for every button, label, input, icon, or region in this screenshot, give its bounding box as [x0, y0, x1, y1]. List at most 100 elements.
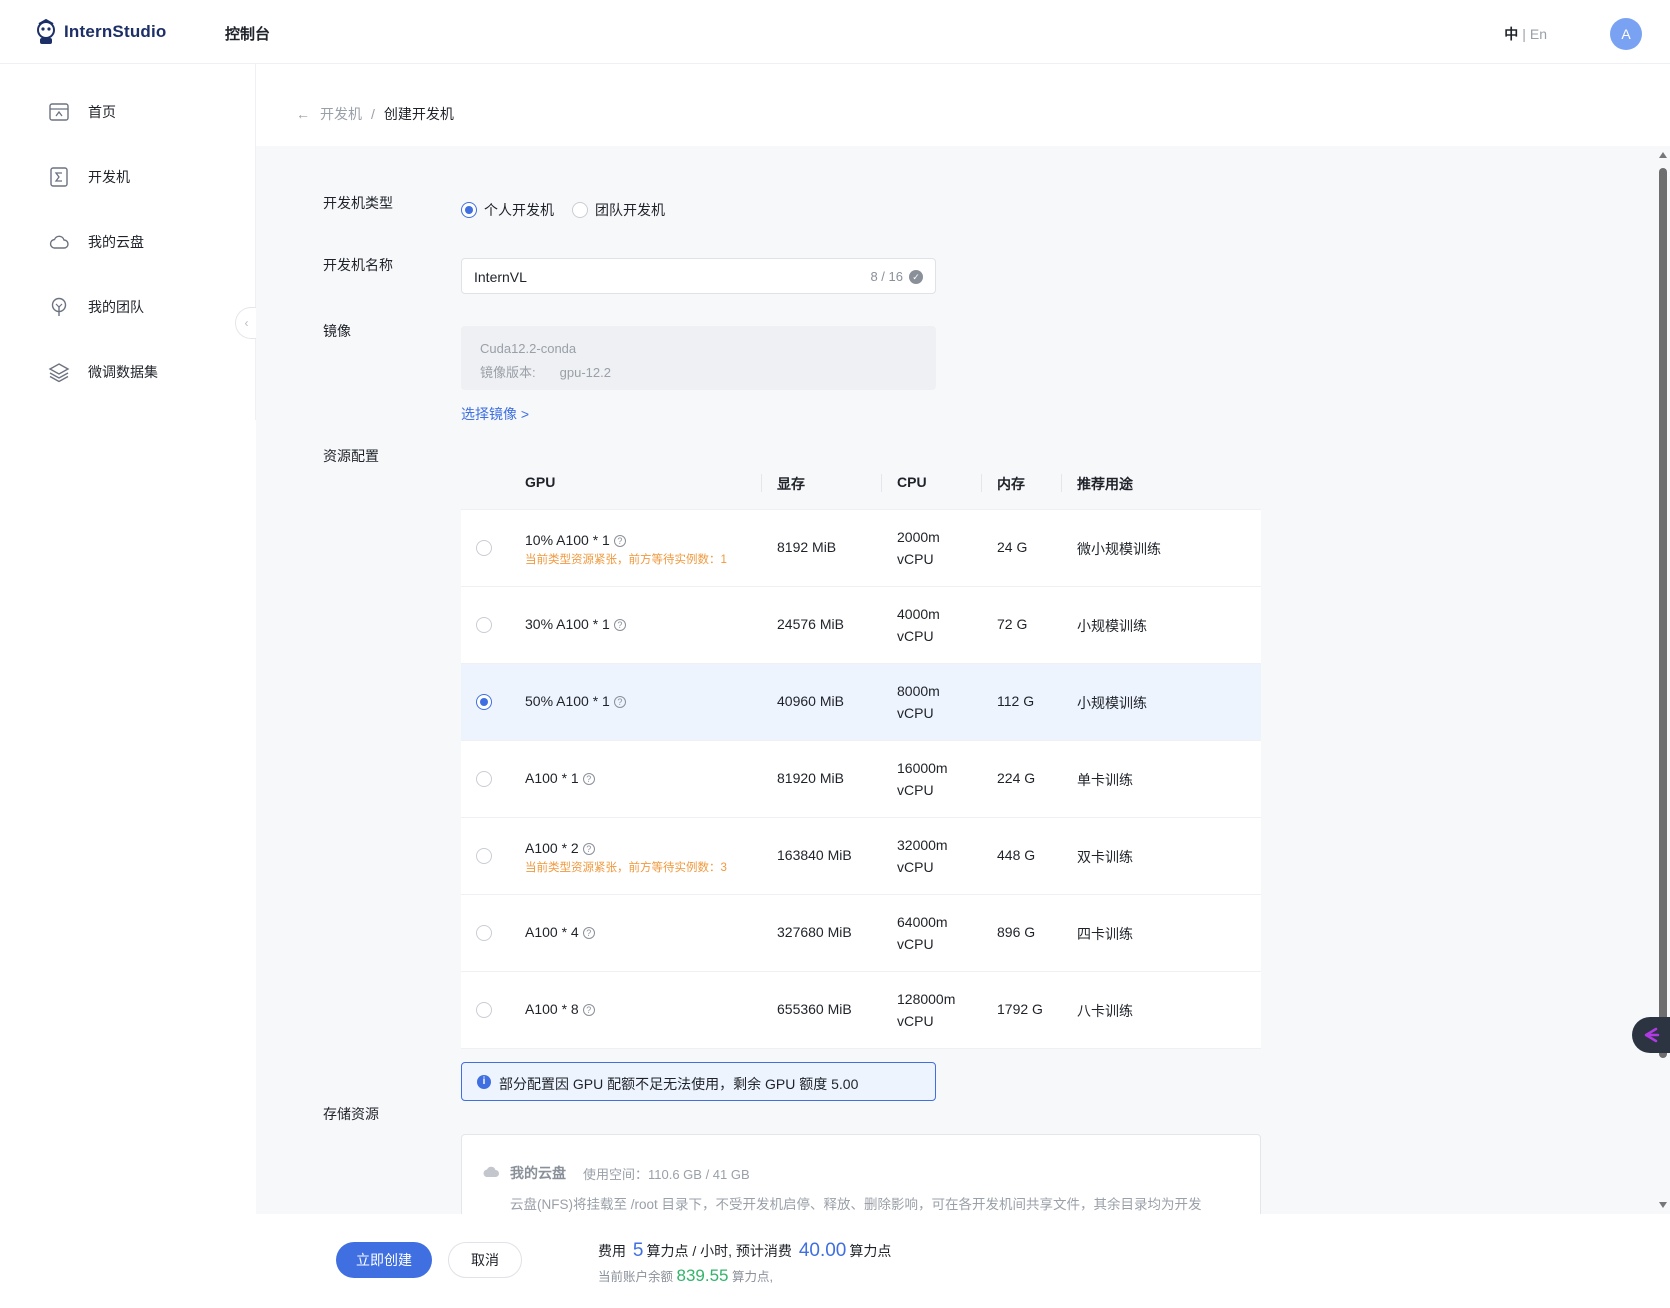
row-radio[interactable] — [476, 617, 492, 633]
sigma-icon — [50, 167, 68, 187]
mascot-logo-icon — [37, 18, 55, 44]
cpu-value: 16000m — [897, 760, 948, 776]
radio-team[interactable]: 团队开发机 — [572, 200, 665, 220]
cpu-unit: vCPU — [897, 782, 934, 798]
row-radio[interactable] — [476, 540, 492, 556]
sidebar-item-devmachine[interactable]: 开发机 — [48, 165, 130, 189]
resource-label: 资源配置 — [323, 448, 379, 464]
cpu-unit: vCPU — [897, 705, 934, 721]
machine-name-input[interactable]: InternVL 8 / 16 ✓ — [461, 258, 936, 294]
gpu-cell: A100 * 1? — [525, 770, 595, 786]
info-icon: i — [477, 1075, 491, 1089]
gpu-cell: A100 * 2? — [525, 840, 595, 856]
lang-en[interactable]: En — [1530, 26, 1547, 42]
sidebar-item-datasets[interactable]: 微调数据集 — [48, 360, 158, 384]
radio-personal[interactable]: 个人开发机 — [461, 200, 554, 220]
cancel-button[interactable]: 取消 — [448, 1242, 522, 1278]
avatar[interactable]: A — [1610, 18, 1642, 50]
cpu-unit: vCPU — [897, 936, 934, 952]
lang-zh[interactable]: 中 — [1504, 26, 1518, 42]
column-header-usage: 推荐用途 — [1077, 476, 1133, 492]
home-icon — [49, 103, 69, 121]
row-radio[interactable] — [476, 925, 492, 941]
memory-cell: 448 G — [997, 847, 1036, 863]
row-radio[interactable] — [476, 1002, 492, 1018]
help-icon[interactable]: ? — [613, 535, 626, 547]
table-row[interactable]: A100 * 8? 655360 MiB 128000m vCPU 1792 G … — [461, 972, 1261, 1049]
scrollbar[interactable] — [1656, 146, 1670, 1214]
scroll-down-arrow-icon[interactable] — [1659, 1202, 1667, 1208]
row-radio[interactable] — [476, 848, 492, 864]
gpu-cell: A100 * 4? — [525, 924, 595, 940]
help-icon[interactable]: ? — [582, 1004, 595, 1016]
help-icon[interactable]: ? — [582, 773, 595, 785]
fee-suffix: 算力点 — [849, 1243, 892, 1259]
column-divider — [761, 474, 762, 492]
radio-button[interactable] — [461, 202, 477, 218]
language-switch: 中 | En — [1504, 24, 1547, 44]
gpu-cell: 10% A100 * 1? — [525, 532, 626, 548]
storage-card: 我的云盘 使用空间：110.6 GB / 41 GB 云盘(NFS)将挂载至 /… — [461, 1134, 1261, 1224]
gpu-cell: 50% A100 * 1? — [525, 693, 626, 709]
fee-rate: 5 — [632, 1240, 644, 1261]
help-icon[interactable]: ? — [613, 619, 626, 631]
balance-value: 839.55 — [676, 1266, 729, 1285]
scrollbar-thumb[interactable] — [1659, 168, 1667, 1058]
cpu-cell: 2000m vCPU — [897, 526, 940, 570]
column-header-vram: 显存 — [777, 476, 805, 492]
sidebar-item-cloud-disk[interactable]: 我的云盘 — [48, 230, 144, 254]
sidebar-item-home[interactable]: 首页 — [48, 100, 116, 124]
cpu-value: 8000m — [897, 683, 940, 699]
help-icon[interactable]: ? — [582, 843, 595, 855]
image-info-box: Cuda12.2-conda 镜像版本: gpu-12.2 — [461, 326, 936, 390]
vram-cell: 24576 MiB — [777, 616, 844, 632]
help-icon[interactable]: ? — [582, 927, 595, 939]
sidebar-item-team[interactable]: 我的团队 — [48, 295, 144, 319]
sidebar-item-label: 我的团队 — [88, 299, 144, 315]
back-arrow-icon[interactable]: ← — [296, 106, 310, 122]
storage-name: 我的云盘 — [510, 1165, 566, 1181]
gpu-cell: 30% A100 * 1? — [525, 616, 626, 632]
radio-button[interactable] — [572, 202, 588, 218]
table-row[interactable]: A100 * 1? 81920 MiB 16000m vCPU 224 G 单卡训… — [461, 741, 1261, 818]
page-title[interactable]: 控制台 — [225, 23, 270, 44]
footer-bar: 立即创建 取消 费用 5 算力点 / 小时, 预计消费 40.00 算力点 当前账户… — [256, 1214, 1670, 1308]
create-button[interactable]: 立即创建 — [336, 1242, 432, 1278]
memory-cell: 224 G — [997, 770, 1036, 786]
resource-warning: 当前类型资源紧张，前方等待实例数：3 — [525, 862, 727, 874]
assistant-float-button[interactable] — [1632, 1017, 1670, 1053]
table-row[interactable]: A100 * 2? 当前类型资源紧张，前方等待实例数：3 163840 MiB … — [461, 818, 1261, 895]
row-radio[interactable] — [476, 771, 492, 787]
vram-cell: 8192 MiB — [777, 539, 837, 555]
table-row-selected[interactable]: 50% A100 * 1? 40960 MiB 8000m vCPU 112 G … — [461, 664, 1261, 741]
table-row[interactable]: 30% A100 * 1? 24576 MiB 4000m vCPU 72 G 小… — [461, 587, 1261, 664]
table-row[interactable]: A100 * 4? 327680 MiB 64000m vCPU 896 G 四卡… — [461, 895, 1261, 972]
cpu-cell: 16000m vCPU — [897, 757, 948, 801]
gpu-spec: 50% A100 * 1 — [525, 693, 610, 709]
balance-suffix: 算力点, — [731, 1270, 773, 1284]
vram-cell: 655360 MiB — [777, 1001, 852, 1017]
machine-name-value[interactable]: InternVL — [474, 269, 527, 285]
logo[interactable]: InternStudio — [32, 18, 167, 46]
cpu-value: 4000m — [897, 606, 940, 622]
alert-text: 部分配置因 GPU 配额不足无法使用，剩余 GPU 额度 5.00 — [499, 1076, 859, 1092]
logo-text: InternStudio — [64, 22, 167, 41]
sidebar-collapse-button[interactable]: ‹ — [235, 307, 257, 339]
usage-cell: 八卡训练 — [1077, 1003, 1133, 1019]
usage-cell: 小规模训练 — [1077, 695, 1147, 711]
row-radio[interactable] — [476, 694, 492, 710]
type-label: 开发机类型 — [323, 195, 393, 211]
top-bar: InternStudio 控制台 中 | En A — [0, 0, 1670, 64]
memory-cell: 1792 G — [997, 1001, 1043, 1017]
help-icon[interactable]: ? — [613, 696, 626, 708]
select-image-link[interactable]: 选择镜像 > — [461, 404, 529, 424]
breadcrumb-parent[interactable]: 开发机 — [320, 104, 362, 124]
column-header-memory: 内存 — [997, 476, 1025, 492]
column-divider — [881, 474, 882, 492]
storage-description: 云盘(NFS)将挂载至 /root 目录下，不受开发机启停、释放、删除影响，可在… — [510, 1197, 1202, 1212]
column-divider — [1061, 474, 1062, 492]
table-row[interactable]: 10% A100 * 1? 当前类型资源紧张，前方等待实例数：1 8192 Mi… — [461, 510, 1261, 587]
cpu-cell: 8000m vCPU — [897, 680, 940, 724]
image-label: 镜像 — [323, 323, 351, 339]
scroll-up-arrow-icon[interactable] — [1659, 152, 1667, 158]
